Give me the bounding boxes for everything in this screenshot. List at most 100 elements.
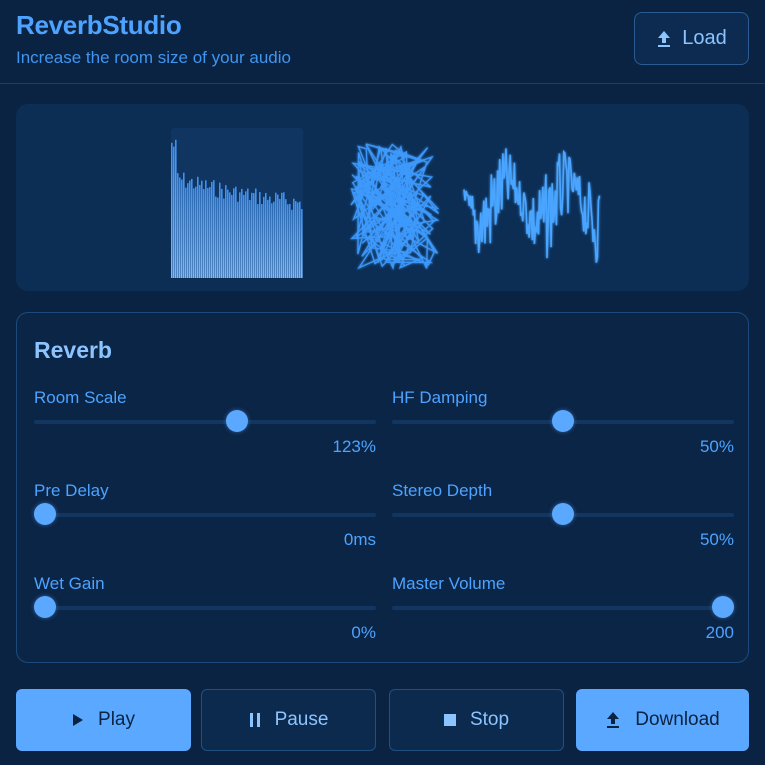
decay-bar: [231, 194, 233, 278]
wet-gain-value: 0%: [351, 623, 376, 642]
room-scale-value: 123%: [332, 437, 376, 456]
visualizer-panel: [16, 104, 749, 291]
master-volume-slider[interactable]: [392, 596, 734, 618]
stop-button[interactable]: Stop: [389, 689, 564, 751]
pre-delay-slider[interactable]: [34, 503, 376, 525]
wet-gain-thumb[interactable]: [34, 596, 56, 618]
play-button[interactable]: Play: [16, 689, 191, 751]
decay-bar: [221, 188, 223, 278]
pre-delay-thumb[interactable]: [34, 503, 56, 525]
download-button[interactable]: Download: [576, 689, 749, 751]
header: ReverbStudio Increase the room size of y…: [0, 0, 765, 84]
wet-gain-control: Wet Gain 0%: [34, 574, 376, 654]
wet-gain-slider[interactable]: [34, 596, 376, 618]
app-title: ReverbStudio: [16, 10, 182, 40]
decay-bar: [299, 201, 301, 278]
waveform: [463, 148, 601, 263]
app-window: ReverbStudio Increase the room size of y…: [0, 0, 765, 765]
hf-damping-thumb[interactable]: [552, 410, 574, 432]
decay-bar: [229, 192, 231, 278]
decay-bar: [213, 180, 215, 278]
decay-bar: [241, 188, 243, 278]
decay-bar: [191, 178, 193, 278]
stereo-depth-control: Stereo Depth 50%: [392, 481, 734, 561]
decay-bar: [187, 183, 189, 278]
decay-bar: [189, 180, 191, 278]
decay-bar: [261, 203, 263, 278]
decay-bar: [203, 189, 205, 278]
decay-bar: [181, 179, 183, 278]
decay-bar: [285, 199, 287, 278]
decay-bar: [173, 146, 175, 278]
pre-delay-control: Pre Delay 0ms: [34, 481, 376, 561]
decay-bar: [179, 177, 181, 278]
decay-bar: [265, 192, 267, 278]
stop-icon: [443, 714, 456, 726]
stereo-depth-value: 50%: [699, 530, 734, 549]
decay-bar: [175, 139, 177, 278]
room-scale-thumb[interactable]: [226, 410, 248, 432]
decay-bar: [219, 182, 221, 278]
play-icon: [72, 713, 84, 727]
pause-button-label: Pause: [274, 709, 329, 730]
pause-button[interactable]: Pause: [201, 689, 376, 751]
master-volume-control: Master Volume 200: [392, 574, 734, 654]
hf-damping-value: 50%: [699, 437, 734, 456]
decay-bar: [263, 196, 265, 278]
vectorscope: [350, 143, 440, 271]
decay-bar: [247, 188, 249, 278]
decay-bar: [283, 192, 285, 278]
app-subtitle: Increase the room size of your audio: [16, 48, 291, 67]
decay-bar: [251, 192, 253, 278]
stereo-depth-thumb[interactable]: [552, 503, 574, 525]
wet-gain-label: Wet Gain: [34, 574, 105, 593]
load-button[interactable]: Load: [634, 12, 749, 65]
decay-bar: [289, 203, 291, 278]
decay-bar: [267, 199, 269, 278]
master-volume-thumb[interactable]: [712, 596, 734, 618]
decay-bar: [259, 192, 261, 278]
hf-damping-label: HF Damping: [392, 388, 488, 407]
decay-bar: [253, 193, 255, 278]
download-button-label: Download: [635, 709, 720, 730]
decay-bar: [235, 186, 237, 278]
decay-bar: [207, 187, 209, 278]
reverb-panel: Reverb Room Scale 123% HF Damping 50% Pr…: [16, 312, 749, 663]
decay-bar: [297, 202, 299, 278]
stereo-depth-label: Stereo Depth: [392, 481, 493, 500]
room-scale-control: Room Scale 123%: [34, 388, 376, 468]
upload-icon: [605, 711, 621, 729]
waveform-trace: [463, 148, 601, 263]
vectorscope-trace: [350, 143, 440, 271]
master-volume-value: 200: [705, 623, 734, 642]
decay-bar: [249, 199, 251, 278]
decay-bar: [255, 188, 257, 278]
decay-bar: [273, 201, 275, 278]
pre-delay-label: Pre Delay: [34, 481, 109, 500]
decay-bar: [237, 201, 239, 278]
decay-bar: [295, 201, 297, 278]
decay-bar: [171, 142, 173, 278]
decay-bar: [209, 187, 211, 278]
visualizer-canvas: [171, 128, 601, 278]
decay-bar: [293, 198, 295, 278]
decay-bar: [211, 181, 213, 278]
decay-bar: [185, 187, 187, 278]
load-button-label: Load: [682, 27, 727, 49]
decay-bar: [243, 194, 245, 278]
room-scale-slider[interactable]: [34, 410, 376, 432]
decay-bar: [205, 180, 207, 278]
decay-bar: [223, 198, 225, 278]
hf-damping-control: HF Damping 50%: [392, 388, 734, 468]
decay-bar: [277, 194, 279, 278]
decay-bar: [287, 204, 289, 278]
stereo-depth-slider[interactable]: [392, 503, 734, 525]
decay-bar: [257, 204, 259, 278]
hf-damping-slider[interactable]: [392, 410, 734, 432]
decay-bar: [177, 173, 179, 278]
decay-bar: [291, 209, 293, 278]
pause-icon: [249, 712, 261, 728]
decay-bar: [279, 198, 281, 278]
decay-bar: [271, 203, 273, 278]
decay-bar: [183, 172, 185, 278]
